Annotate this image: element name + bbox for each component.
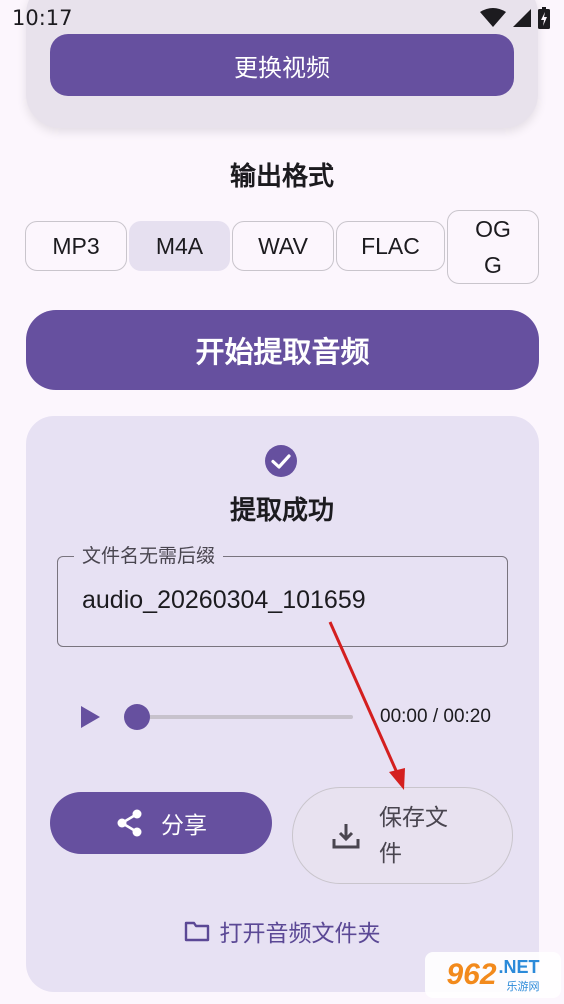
- change-video-button[interactable]: 更换视频: [50, 34, 514, 96]
- site-watermark-logo: 962 .NET 乐游网: [425, 952, 561, 998]
- format-ogg-button[interactable]: OG G: [447, 210, 539, 284]
- wifi-icon: [480, 8, 506, 27]
- play-icon[interactable]: [78, 704, 102, 730]
- open-audio-folder-label: 打开音频文件夹: [219, 921, 381, 947]
- format-wav-button[interactable]: WAV: [232, 221, 334, 271]
- watermark-number: 962: [446, 958, 497, 991]
- audio-progress-track[interactable]: [134, 715, 353, 719]
- watermark-domain: .NET: [498, 956, 540, 977]
- check-circle-icon: [265, 445, 297, 477]
- format-m4a-button[interactable]: M4A: [129, 221, 230, 271]
- battery-icon: [538, 7, 550, 29]
- start-extract-button[interactable]: 开始提取音频: [26, 310, 539, 390]
- save-file-label: 保存文件: [379, 804, 448, 867]
- playback-time: 00:00 / 00:20: [380, 706, 491, 727]
- download-icon: [332, 823, 360, 848]
- output-format-title: 输出格式: [229, 162, 334, 192]
- format-flac-button[interactable]: FLAC: [336, 221, 445, 271]
- watermark-subtitle: 乐游网: [506, 980, 540, 993]
- share-button[interactable]: 分享: [50, 792, 272, 854]
- status-icons: [480, 7, 550, 29]
- share-label: 分享: [161, 813, 207, 839]
- success-status: 提取成功: [229, 496, 334, 526]
- format-mp3-button[interactable]: MP3: [25, 221, 127, 271]
- save-file-button[interactable]: 保存文件: [292, 787, 513, 884]
- share-icon: [117, 809, 142, 837]
- audio-progress-thumb[interactable]: [124, 704, 150, 730]
- filename-field-label: 文件名无需后缀: [74, 541, 224, 568]
- filename-input[interactable]: audio_20260304_101659: [82, 586, 366, 615]
- open-audio-folder-link[interactable]: 打开音频文件夹: [0, 914, 564, 948]
- status-time: 10:17: [12, 6, 73, 30]
- folder-icon: [184, 921, 209, 942]
- status-bar: 10:17: [0, 0, 564, 36]
- signal-icon: [513, 9, 531, 27]
